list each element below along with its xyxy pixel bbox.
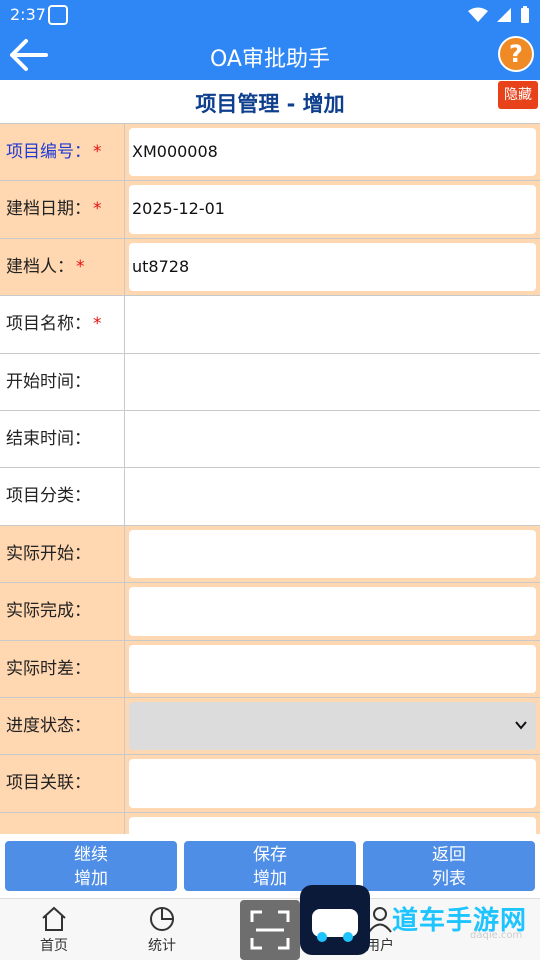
action-bar: 继续 增加 保存 增加 返回 列表 <box>0 834 540 898</box>
page-header: 项目管理 - 增加 隐藏 <box>0 80 540 124</box>
field-label: 项目名称： * <box>0 296 125 353</box>
tab-stats[interactable]: 统计 <box>117 905 207 955</box>
start-time-input[interactable] <box>125 353 540 410</box>
field-label: 建档日期： * <box>0 181 125 238</box>
wifi-icon <box>468 7 488 22</box>
notification-check-icon <box>48 5 68 25</box>
form-row-actual-finish: 实际完成： <box>0 583 540 641</box>
required-mark: * <box>93 314 102 335</box>
pie-chart-icon <box>150 907 174 931</box>
field-label: 建档人： * <box>0 238 125 296</box>
form-row-project-name: 项目名称： * <box>0 296 540 354</box>
field-label: 结束时间： <box>0 410 125 468</box>
form-row-partial <box>0 812 540 834</box>
project-link-input[interactable] <box>129 759 536 808</box>
battery-icon <box>521 6 529 23</box>
form-row-category: 项目分类： <box>0 468 540 526</box>
tab-home[interactable]: 首页 <box>9 905 99 955</box>
required-mark: * <box>93 142 102 162</box>
category-input[interactable] <box>125 468 540 525</box>
continue-add-button[interactable]: 继续 增加 <box>5 841 177 891</box>
form-row-actual-diff: 实际时差： <box>0 640 540 698</box>
tab-label: 统计 <box>148 938 176 954</box>
form-row-progress-status: 进度状态： <box>0 697 540 756</box>
required-mark: * <box>93 199 102 220</box>
project-form: 项目编号： * XM000008 建档日期： * 2025-12-01 建档人： * … <box>0 124 540 834</box>
form-row-start-time: 开始时间： <box>0 353 540 411</box>
field-label: 项目关联： <box>0 755 125 812</box>
field-label: 实际完成： <box>0 583 125 640</box>
end-time-input[interactable] <box>125 410 540 468</box>
app-bar: OA审批助手 ? <box>0 30 540 80</box>
project-name-input[interactable] <box>125 296 540 353</box>
field-label: 开始时间： <box>0 353 125 410</box>
signal-icon <box>497 8 511 22</box>
button-line: 保存 <box>253 845 287 865</box>
status-time: 2:37 <box>10 5 46 24</box>
scan-icon[interactable] <box>240 900 300 960</box>
form-row-actual-start: 实际开始： <box>0 525 540 584</box>
app-title: OA审批助手 <box>210 47 330 72</box>
user-icon <box>368 907 392 933</box>
tab-label: 用户 <box>366 938 394 954</box>
field-label: 实际开始： <box>0 525 125 583</box>
field-label <box>0 812 125 834</box>
partial-input[interactable] <box>129 816 536 834</box>
form-row-creator: 建档人： * ut8728 <box>0 238 540 297</box>
required-mark: * <box>76 256 85 277</box>
form-row-project-link: 项目关联： <box>0 755 540 813</box>
form-row-create-date: 建档日期： * 2025-12-01 <box>0 181 540 239</box>
home-icon <box>42 906 66 931</box>
form-row-end-time: 结束时间： <box>0 410 540 469</box>
creator-input[interactable]: ut8728 <box>129 242 536 292</box>
help-icon[interactable]: ? <box>498 36 534 72</box>
watermark-logo-icon <box>300 885 370 955</box>
progress-status-select[interactable] <box>129 701 536 751</box>
actual-finish-input[interactable] <box>129 587 536 636</box>
form-row-project-number: 项目编号： * XM000008 <box>0 124 540 182</box>
save-add-button[interactable]: 保存 增加 <box>184 841 356 891</box>
back-to-list-button[interactable]: 返回 列表 <box>363 841 535 891</box>
watermark-url: daqie.com <box>470 930 523 941</box>
status-bar: 2:37 <box>0 0 540 30</box>
field-label: 项目编号： * <box>0 124 125 181</box>
tab-label: 首页 <box>40 938 68 954</box>
button-line: 继续 <box>74 845 108 865</box>
hide-button[interactable]: 隐藏 <box>498 81 538 109</box>
button-line: 返回 <box>432 845 466 865</box>
button-line: 增加 <box>74 869 108 889</box>
field-label: 进度状态： <box>0 697 125 755</box>
actual-start-input[interactable] <box>129 529 536 579</box>
field-label: 项目分类： <box>0 468 125 525</box>
actual-diff-input[interactable] <box>129 644 536 693</box>
page-title: 项目管理 - 增加 <box>195 92 345 116</box>
chevron-down-icon <box>515 721 527 730</box>
status-icons <box>468 6 530 24</box>
button-line: 列表 <box>432 869 466 889</box>
create-date-input[interactable]: 2025-12-01 <box>129 185 536 234</box>
field-label: 实际时差： <box>0 640 125 697</box>
project-number-input[interactable]: XM000008 <box>129 128 536 177</box>
